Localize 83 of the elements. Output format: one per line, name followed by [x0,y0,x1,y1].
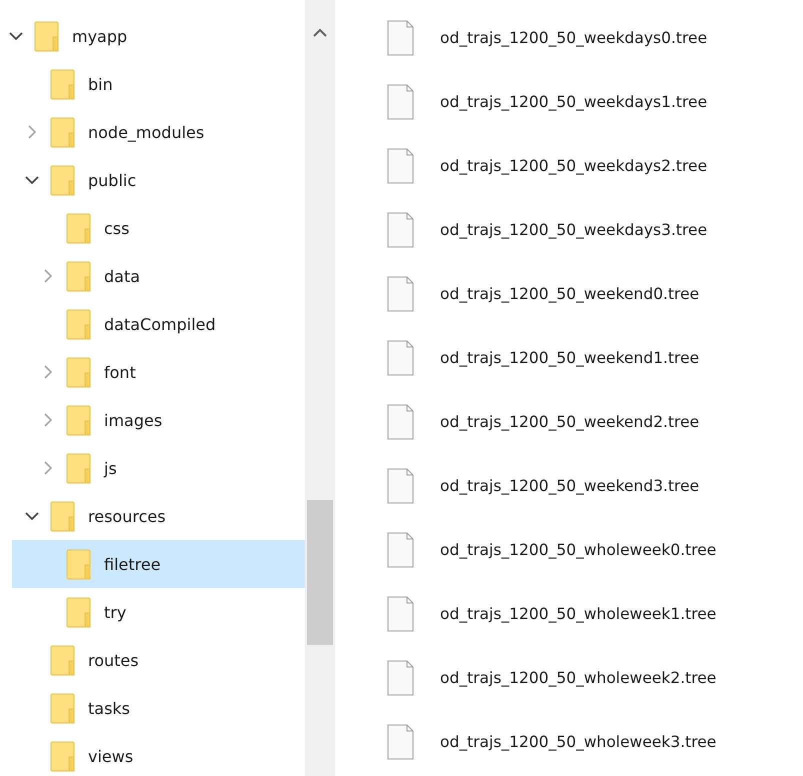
folder-name: myapp [72,26,128,46]
file-icon [387,20,414,56]
folder-icon [66,452,91,484]
file-icon [387,596,414,632]
file-icon [387,532,414,568]
folder-name: public [88,170,136,190]
file-name[interactable]: od_trajs_1200_50_wholeweek0.tree [440,541,716,559]
chevron-down-icon[interactable] [9,32,23,40]
chevron-down-icon[interactable] [25,512,39,520]
file-name[interactable]: od_trajs_1200_50_wholeweek3.tree [440,733,716,751]
folder-name: css [104,218,130,238]
tree-item[interactable]: resources [12,492,305,540]
folder-icon [50,68,75,100]
tree-item[interactable]: images [12,396,305,444]
file-name[interactable]: od_trajs_1200_50_weekend1.tree [440,349,700,367]
folder-icon [66,404,91,436]
folder-name: routes [88,650,139,670]
file-name[interactable]: od_trajs_1200_50_weekend2.tree [440,413,700,431]
chevron-down-icon[interactable] [25,176,39,184]
file-icon [387,212,414,248]
chevron-right-icon[interactable] [44,413,52,427]
tree-item[interactable]: css [12,204,305,252]
tree-item[interactable]: public [12,156,305,204]
folder-icon [66,260,91,292]
folder-name: try [104,602,126,622]
folder-name: bin [88,74,113,94]
file-icon [387,84,414,120]
file-name[interactable]: od_trajs_1200_50_weekdays0.tree [440,29,708,47]
tree-item[interactable]: dataCompiled [12,300,305,348]
folder-icon [50,644,75,676]
folder-name: node_modules [88,122,204,142]
file-name[interactable]: od_trajs_1200_50_weekdays2.tree [440,157,708,175]
tree-item[interactable]: tasks [12,684,305,732]
folder-name: dataCompiled [104,314,216,334]
folder-name: filetree [104,554,161,574]
folder-name: views [88,746,134,766]
tree-item[interactable]: js [12,444,305,492]
file-name[interactable]: od_trajs_1200_50_wholeweek2.tree [440,669,716,687]
folder-icon [50,740,75,772]
folder-icon [34,20,59,52]
file-name[interactable]: od_trajs_1200_50_weekdays3.tree [440,221,708,239]
folder-name: resources [88,506,166,526]
folder-icon [50,692,75,724]
tree-item[interactable]: data [12,252,305,300]
folder-name: data [104,266,140,286]
chevron-right-icon[interactable] [44,365,52,379]
folder-name: font [104,362,136,382]
file-icon [387,404,414,440]
scroll-thumb[interactable] [307,500,333,645]
file-icon [387,724,414,760]
file-icon [387,148,414,184]
tree-item[interactable]: bin [12,60,305,108]
tree-item[interactable]: myapp [12,12,305,60]
chevron-right-icon[interactable] [28,125,36,139]
tree-item[interactable]: try [12,588,305,636]
folder-icon [66,308,91,340]
tree-item[interactable]: routes [12,636,305,684]
scroll-up-icon[interactable] [313,28,327,37]
file-icon [387,276,414,312]
file-icon [387,340,414,376]
folder-name: images [104,410,162,430]
folder-icon [66,596,91,628]
file-name[interactable]: od_trajs_1200_50_weekend0.tree [440,285,700,303]
folder-icon [66,212,91,244]
tree-item[interactable]: filetree [12,540,305,588]
chevron-right-icon[interactable] [44,461,52,475]
folder-icon [66,548,91,580]
file-icon [387,468,414,504]
folder-icon [50,116,75,148]
chevron-right-icon[interactable] [44,269,52,283]
folder-icon [66,356,91,388]
file-icon [387,660,414,696]
folder-name: js [104,458,117,478]
tree-item[interactable]: views [12,732,305,776]
folder-icon [50,164,75,196]
folder-name: tasks [88,698,130,718]
tree-item[interactable]: font [12,348,305,396]
file-name[interactable]: od_trajs_1200_50_weekdays1.tree [440,93,708,111]
file-name[interactable]: od_trajs_1200_50_weekend3.tree [440,477,700,495]
file-name[interactable]: od_trajs_1200_50_wholeweek1.tree [440,605,716,623]
scrollbar[interactable] [305,0,335,776]
folder-icon [50,500,75,532]
tree-item[interactable]: node_modules [12,108,305,156]
